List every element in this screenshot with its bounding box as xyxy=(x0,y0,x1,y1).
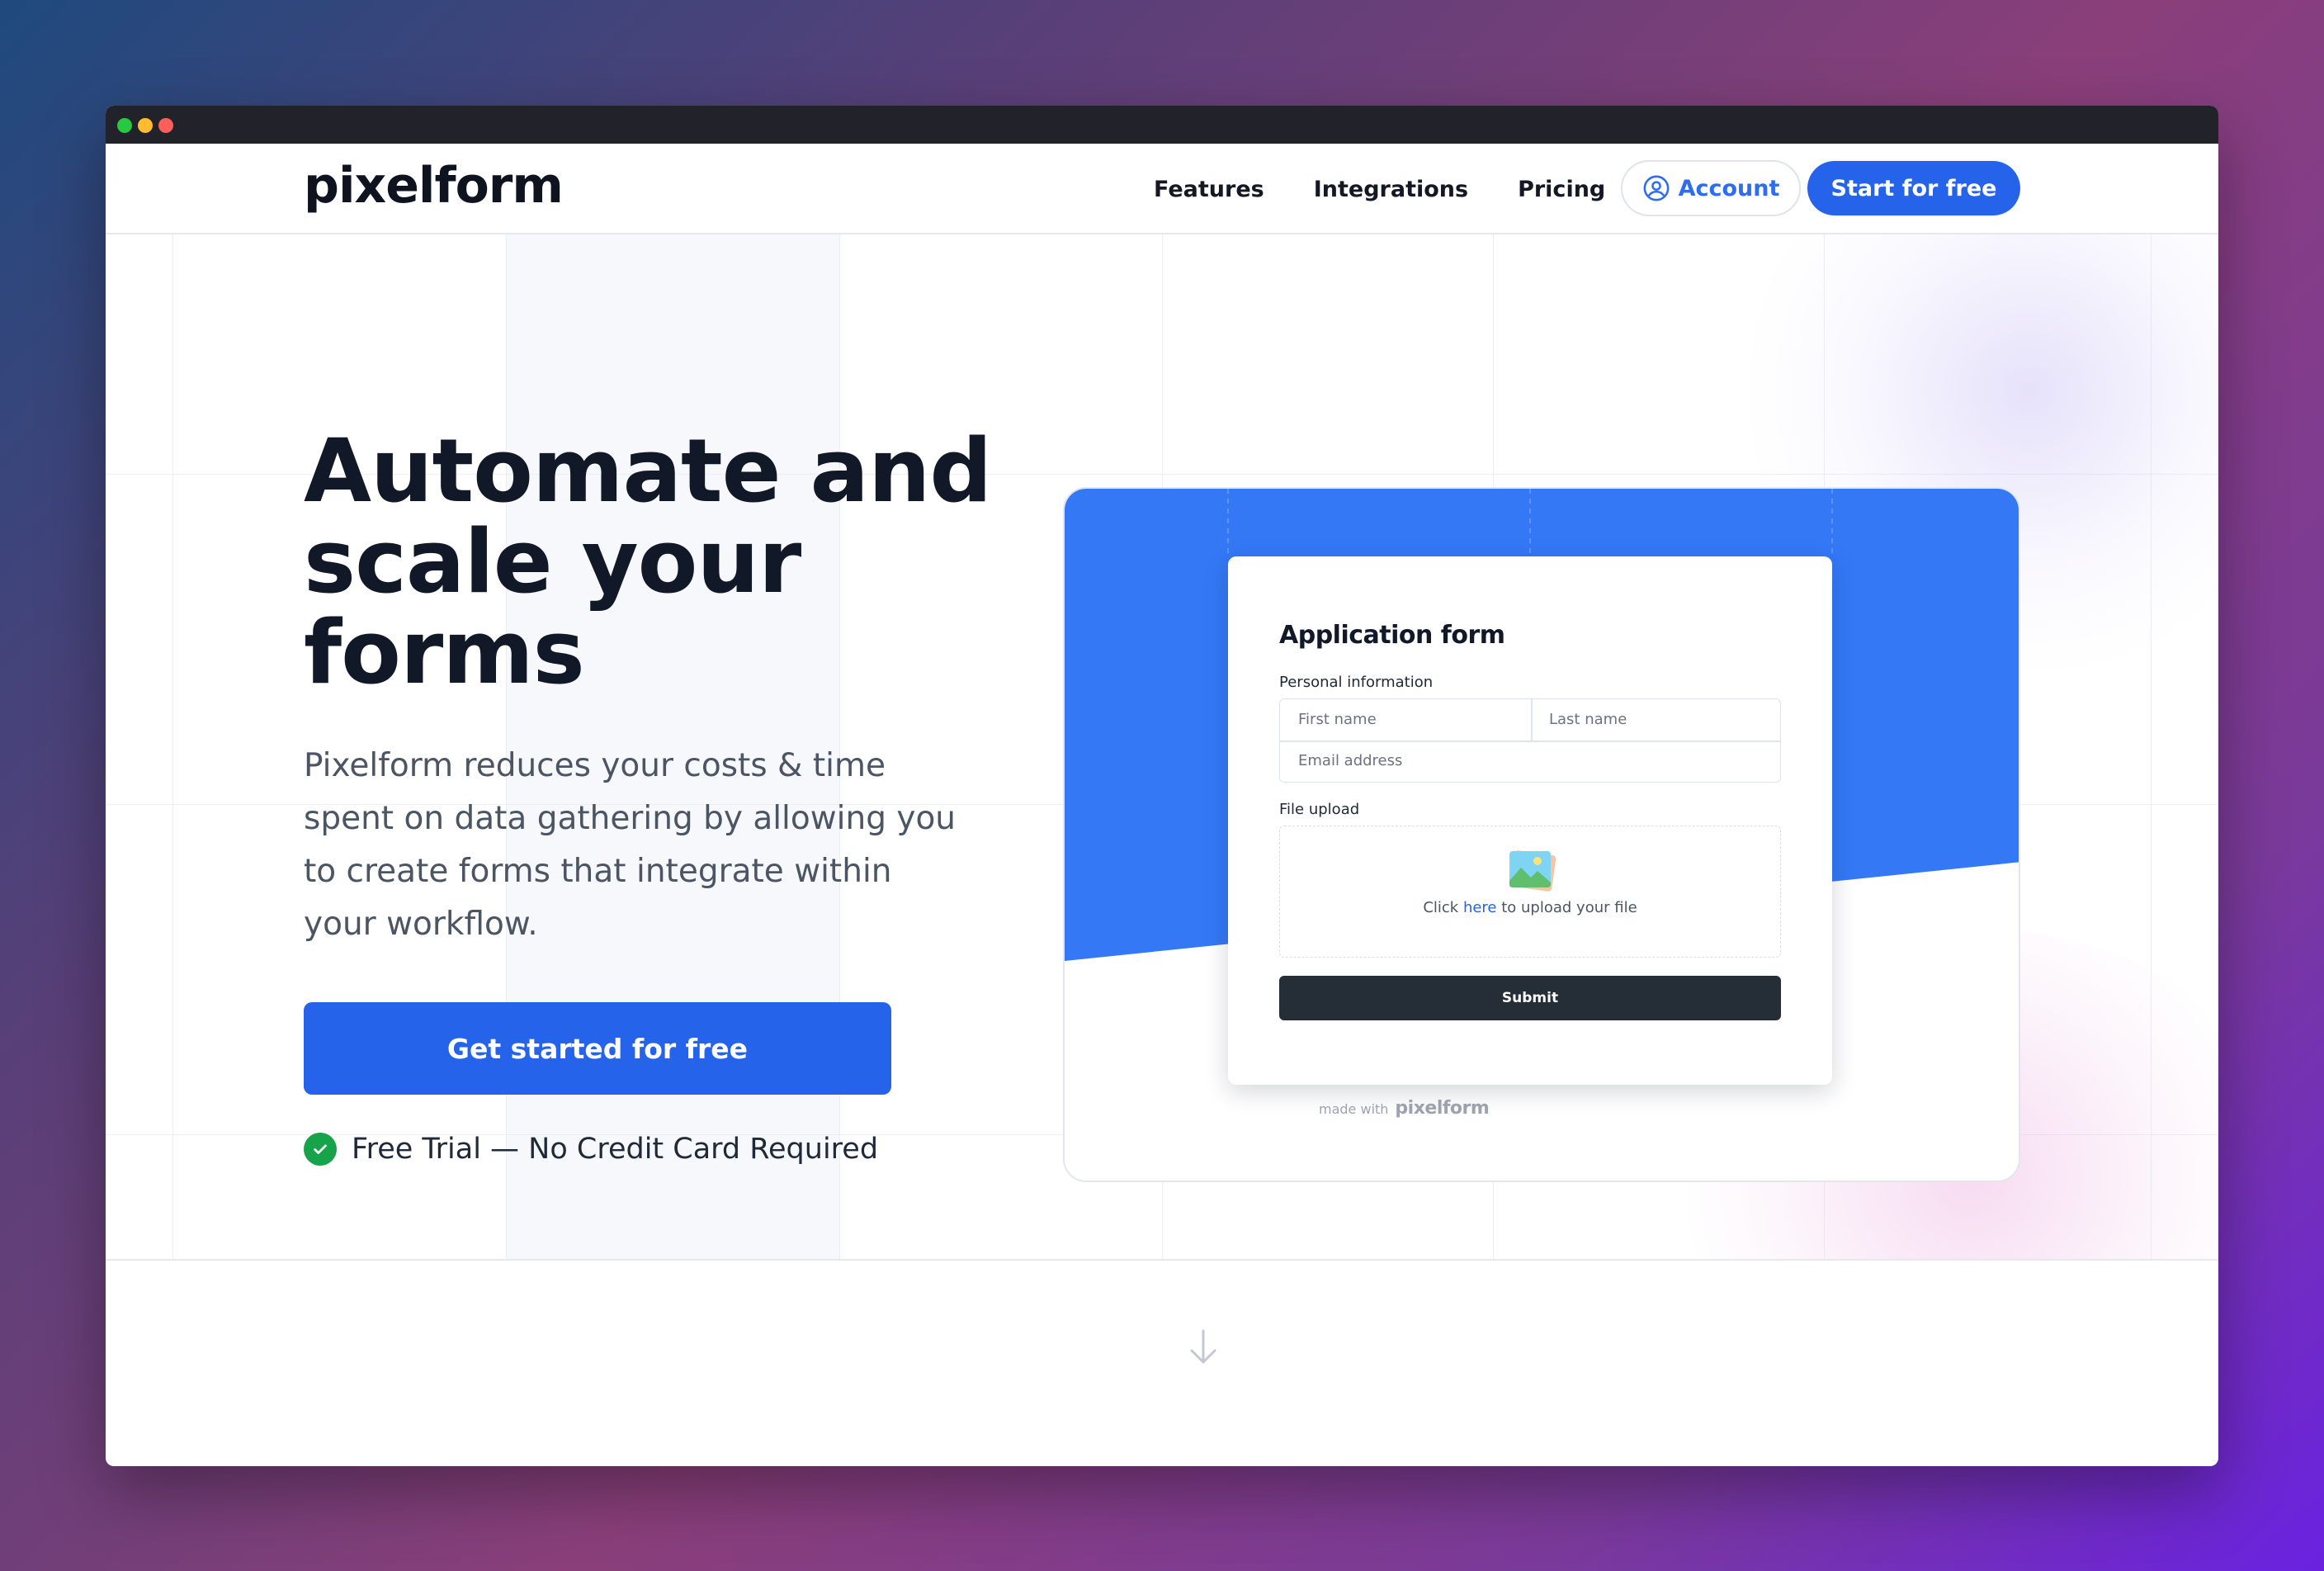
nav-link-features[interactable]: Features xyxy=(1154,177,1264,202)
file-upload-dropzone[interactable]: Click here to upload your file xyxy=(1279,826,1781,958)
email-field[interactable]: Email address xyxy=(1298,752,1402,769)
window-titlebar xyxy=(106,106,2218,144)
personal-info-fields: First name Last name Email address xyxy=(1279,698,1781,783)
last-name-field[interactable]: Last name xyxy=(1549,711,1627,728)
field-divider xyxy=(1531,699,1533,741)
hero-section: Automate and scale your forms Pixelform … xyxy=(106,234,2218,1261)
upload-here-link[interactable]: here xyxy=(1463,899,1497,916)
browser-window: pixelform Features Integrations Pricing … xyxy=(106,106,2218,1466)
made-with-badge[interactable]: made with pixelform xyxy=(1319,1098,1490,1119)
check-circle-icon xyxy=(304,1133,337,1166)
form-title: Application form xyxy=(1279,621,1505,650)
window-minimize-button[interactable] xyxy=(138,118,153,133)
user-circle-icon xyxy=(1643,175,1670,201)
get-started-button[interactable]: Get started for free xyxy=(304,1002,891,1095)
form-preview-card: Application form Personal information Fi… xyxy=(1063,487,2020,1182)
hero-subtext: Pixelform reduces your costs & time spen… xyxy=(304,747,957,943)
upload-prefix-text: Click xyxy=(1423,899,1459,916)
made-with-text: made with xyxy=(1319,1101,1389,1117)
trial-note: Free Trial — No Credit Card Required xyxy=(304,1133,878,1166)
window-maximize-button[interactable] xyxy=(117,118,132,133)
top-navigation: pixelform Features Integrations Pricing … xyxy=(106,144,2218,234)
grid-line xyxy=(172,234,173,1259)
image-icon xyxy=(1509,850,1556,892)
personal-info-label: Personal information xyxy=(1279,674,1434,691)
arrow-down-icon[interactable] xyxy=(1187,1327,1220,1367)
trial-note-text: Free Trial — No Credit Card Required xyxy=(352,1133,879,1166)
upload-suffix-text: to upload your file xyxy=(1501,899,1637,916)
window-close-button[interactable] xyxy=(158,118,173,133)
first-name-field[interactable]: First name xyxy=(1298,711,1377,728)
hero-headline: Automate and scale your forms xyxy=(304,420,992,703)
application-form: Application form Personal information Fi… xyxy=(1228,556,1832,1085)
account-button[interactable]: Account xyxy=(1621,160,1801,216)
file-upload-label: File upload xyxy=(1279,801,1360,818)
nav-link-pricing[interactable]: Pricing xyxy=(1518,177,1605,202)
field-divider xyxy=(1280,741,1780,742)
made-with-brand: pixelform xyxy=(1395,1098,1490,1119)
start-for-free-button[interactable]: Start for free xyxy=(1807,161,2020,215)
logo[interactable]: pixelform xyxy=(304,157,564,215)
nav-links: Features Integrations Pricing xyxy=(1154,144,1635,234)
upload-instructions: Click here to upload your file xyxy=(1280,899,1780,916)
submit-button[interactable]: Submit xyxy=(1279,976,1781,1020)
nav-link-integrations[interactable]: Integrations xyxy=(1314,177,1468,202)
account-button-label: Account xyxy=(1678,175,1780,201)
